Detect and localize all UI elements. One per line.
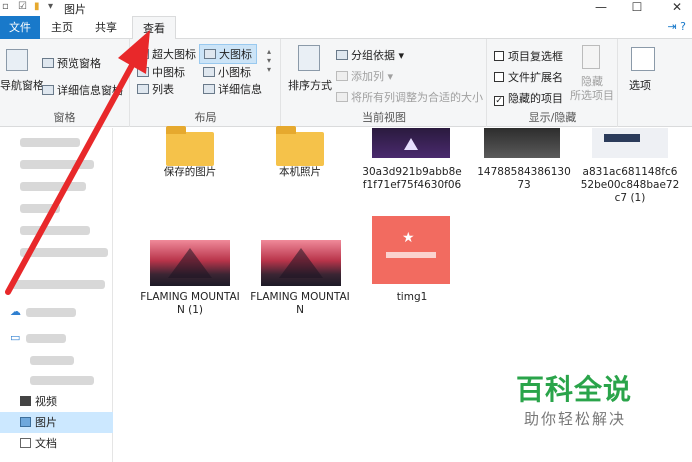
watermark-brand: 百科全说	[516, 373, 633, 406]
watermark-slogan: 助你轻松解决	[524, 410, 627, 428]
arrow-shaft	[5, 55, 139, 295]
